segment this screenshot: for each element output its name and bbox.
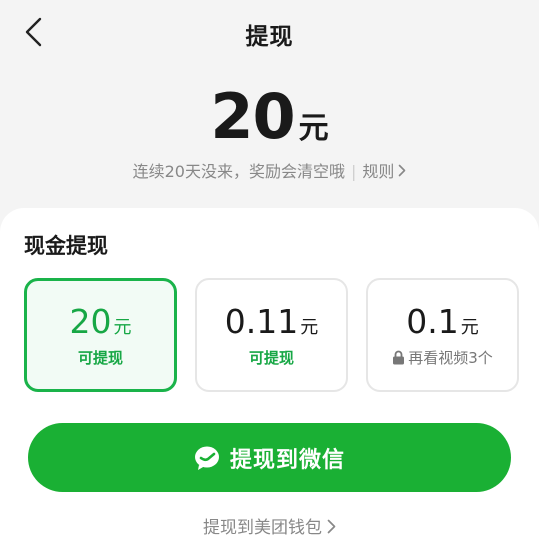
option-unit: 元 [113, 317, 132, 338]
withdraw-wechat-label: 提现到微信 [229, 447, 345, 473]
amount-options: 20 元 可提现 0.11 元 可提现 0.1 元 再看视频3个 [24, 278, 520, 392]
option-amount-row: 0.1 元 [368, 302, 517, 341]
rules-label: 规则 [362, 162, 395, 181]
balance-unit: 元 [298, 111, 329, 146]
amount-option-20[interactable]: 20 元 可提现 [24, 278, 177, 392]
header: 提现 [0, 0, 539, 66]
withdraw-card: 现金提现 20 元 可提现 0.11 元 可提现 0.1 元 再看视频3个 提现… [0, 208, 539, 557]
balance-amount: 20 [210, 80, 295, 153]
option-amount: 0.1 [406, 302, 459, 341]
page-title: 提现 [245, 24, 294, 50]
divider: | [350, 162, 357, 181]
chevron-right-icon [327, 519, 336, 534]
option-status-locked: 再看视频3个 [368, 347, 517, 368]
wechat-icon [194, 446, 219, 470]
option-amount-row: 20 元 [27, 302, 174, 341]
chevron-right-icon [399, 164, 406, 177]
amount-option-0-11[interactable]: 0.11 元 可提现 [195, 278, 348, 392]
notice-text: 连续20天没来，奖励会清空哦 [132, 162, 345, 181]
balance-display: 20 元 [0, 80, 539, 153]
option-unit: 元 [460, 317, 479, 338]
section-title: 现金提现 [24, 234, 108, 258]
amount-option-0-1[interactable]: 0.1 元 再看视频3个 [366, 278, 519, 392]
withdraw-meituan-label: 提现到美团钱包 [203, 518, 322, 538]
option-status: 可提现 [248, 349, 294, 367]
option-amount: 0.11 [224, 302, 299, 341]
expiry-notice: 连续20天没来，奖励会清空哦 | 规则 [0, 158, 539, 182]
option-status-text: 再看视频3个 [408, 349, 493, 367]
option-unit: 元 [300, 317, 319, 338]
option-amount-row: 0.11 元 [197, 302, 346, 341]
withdraw-meituan-link[interactable]: 提现到美团钱包 [0, 513, 539, 538]
lock-icon [393, 350, 405, 365]
withdraw-wechat-button[interactable]: 提现到微信 [28, 423, 511, 492]
option-status: 可提现 [77, 349, 123, 367]
rules-link[interactable]: 规则 [362, 162, 406, 181]
option-amount: 20 [69, 302, 112, 341]
